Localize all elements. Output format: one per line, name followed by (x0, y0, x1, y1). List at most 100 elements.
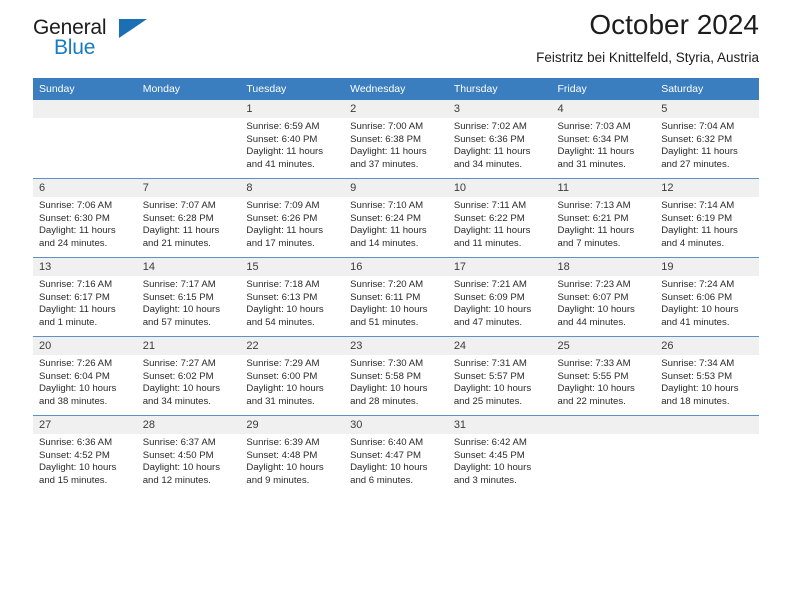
logo-text-blue: Blue (54, 36, 96, 59)
sunset-text: Sunset: 6:21 PM (557, 212, 629, 224)
sunrise-text: Sunrise: 7:16 AM (39, 279, 113, 290)
daylight-text-line2: and 4 minutes. (661, 237, 725, 249)
sunset-text: Sunset: 5:55 PM (557, 370, 629, 382)
calendar-day-cell[interactable]: 2 Sunrise: 7:00 AM Sunset: 6:38 PM Daylight… (344, 100, 448, 179)
calendar-day-cell[interactable]: 9 Sunrise: 7:10 AM Sunset: 6:24 PM Daylight… (344, 178, 448, 258)
calendar-day-cell[interactable]: 11 Sunrise: 7:13 AM Sunset: 6:21 PM Dayligh… (551, 178, 656, 258)
calendar-day-cell[interactable]: 24 Sunrise: 7:31 AM Sunset: 5:57 PM Dayligh… (447, 336, 552, 416)
day-details: Sunrise: 7:30 AM Sunset: 5:58 PM Daylight:… (344, 355, 448, 412)
sunrise-text: Sunrise: 7:07 AM (142, 200, 216, 211)
triangle-icon (119, 19, 147, 38)
daylight-text-line1: Daylight: 10 hours (142, 304, 221, 316)
calendar-day-cell[interactable]: 26 Sunrise: 7:34 AM Sunset: 5:53 PM Dayligh… (655, 336, 759, 416)
calendar-day-cell[interactable]: 23 Sunrise: 7:30 AM Sunset: 5:58 PM Dayligh… (344, 336, 448, 416)
daylight-text-line1: Daylight: 10 hours (557, 383, 635, 395)
calendar-day-cell[interactable]: 12 Sunrise: 7:14 AM Sunset: 6:19 PM Dayligh… (655, 178, 759, 258)
calendar-day-cell[interactable]: 6 Sunrise: 7:06 AM Sunset: 6:30 PM Daylight… (33, 178, 137, 258)
day-details: Sunrise: 7:02 AM Sunset: 6:36 PM Daylight:… (448, 118, 552, 175)
calendar-day-cell[interactable]: 18 Sunrise: 7:23 AM Sunset: 6:07 PM Dayligh… (551, 257, 656, 337)
sunset-text: Sunset: 5:58 PM (350, 370, 422, 382)
calendar-day-cell[interactable]: 21 Sunrise: 7:27 AM Sunset: 6:02 PM Dayligh… (136, 336, 241, 416)
daylight-text-line1: Daylight: 10 hours (557, 304, 635, 316)
daylight-text-line1: Daylight: 11 hours (661, 225, 738, 237)
calendar-day-cell[interactable]: 27 Sunrise: 6:36 AM Sunset: 4:52 PM Dayligh… (33, 415, 137, 494)
sunset-text: Sunset: 6:28 PM (142, 212, 214, 224)
calendar-day-cell[interactable]: 30 Sunrise: 6:40 AM Sunset: 4:47 PM Dayligh… (344, 415, 448, 494)
sunset-text: Sunset: 6:34 PM (557, 133, 629, 145)
daylight-text-line1: Daylight: 10 hours (453, 383, 532, 395)
weekday-header-tuesday: Tuesday (240, 78, 345, 100)
day-details: Sunrise: 6:36 AM Sunset: 4:52 PM Daylight:… (33, 434, 137, 491)
weekday-header-sunday: Sunday (33, 78, 137, 100)
calendar-day-cell[interactable]: 16 Sunrise: 7:20 AM Sunset: 6:11 PM Dayligh… (344, 257, 448, 337)
sunset-text: Sunset: 6:04 PM (39, 370, 110, 382)
daylight-text-line2: and 15 minutes. (39, 474, 108, 486)
sunset-text: Sunset: 4:52 PM (39, 449, 110, 461)
sunrise-text: Sunrise: 7:27 AM (142, 358, 216, 369)
calendar-day-cell[interactable]: 22 Sunrise: 7:29 AM Sunset: 6:00 PM Dayligh… (240, 336, 345, 416)
daylight-text-line1: Daylight: 10 hours (246, 304, 324, 316)
calendar-week-row: 6 Sunrise: 7:06 AM Sunset: 6:30 PM Daylight… (33, 178, 759, 258)
calendar-week-row: 20 Sunrise: 7:26 AM Sunset: 6:04 PM Dayligh… (33, 336, 759, 416)
daylight-text-line2: and 54 minutes. (246, 316, 315, 328)
sunrise-sunset-calendar: Sunday Monday Tuesday Wednesday Thursday… (33, 78, 759, 494)
sunrise-text: Sunrise: 7:03 AM (557, 121, 631, 132)
calendar-day-cell[interactable]: 14 Sunrise: 7:17 AM Sunset: 6:15 PM Dayligh… (136, 257, 241, 337)
sunrise-text: Sunrise: 7:13 AM (557, 200, 631, 211)
daylight-text-line1: Daylight: 10 hours (246, 462, 324, 474)
daylight-text-line1: Daylight: 11 hours (557, 146, 635, 158)
sunset-text: Sunset: 4:50 PM (142, 449, 214, 461)
daylight-text-line1: Daylight: 10 hours (350, 304, 428, 316)
day-number: 3 (447, 100, 552, 118)
day-number: 2 (344, 100, 448, 118)
day-details: Sunrise: 7:00 AM Sunset: 6:38 PM Daylight:… (344, 118, 448, 175)
sunset-text: Sunset: 6:06 PM (661, 291, 733, 303)
calendar-day-cell[interactable]: 1 Sunrise: 6:59 AM Sunset: 6:40 PM Daylight… (240, 100, 345, 179)
sunrise-text: Sunrise: 7:23 AM (557, 279, 631, 290)
sunset-text: Sunset: 6:40 PM (246, 133, 318, 145)
calendar-day-cell[interactable]: 28 Sunrise: 6:37 AM Sunset: 4:50 PM Dayligh… (136, 415, 241, 494)
day-details: Sunrise: 7:29 AM Sunset: 6:00 PM Daylight:… (240, 355, 344, 412)
day-details: Sunrise: 7:09 AM Sunset: 6:26 PM Daylight:… (240, 197, 344, 254)
day-number: 13 (33, 258, 137, 276)
sunset-text: Sunset: 4:45 PM (453, 449, 525, 461)
sunset-text: Sunset: 6:26 PM (246, 212, 318, 224)
daylight-text-line1: Daylight: 11 hours (246, 146, 324, 158)
calendar-day-cell[interactable]: 3 Sunrise: 7:02 AM Sunset: 6:36 PM Daylight… (447, 100, 552, 179)
calendar-cell-empty (551, 415, 656, 494)
sunset-text: Sunset: 6:22 PM (453, 212, 525, 224)
calendar-day-cell[interactable]: 20 Sunrise: 7:26 AM Sunset: 6:04 PM Dayligh… (33, 336, 137, 416)
calendar-day-cell[interactable]: 8 Sunrise: 7:09 AM Sunset: 6:26 PM Daylight… (240, 178, 345, 258)
day-details: Sunrise: 7:33 AM Sunset: 5:55 PM Daylight:… (552, 355, 656, 412)
calendar-day-cell[interactable]: 7 Sunrise: 7:07 AM Sunset: 6:28 PM Daylight… (136, 178, 241, 258)
calendar-day-cell[interactable]: 10 Sunrise: 7:11 AM Sunset: 6:22 PM Dayligh… (447, 178, 552, 258)
daylight-text-line2: and 37 minutes. (350, 158, 419, 170)
calendar-day-cell[interactable]: 19 Sunrise: 7:24 AM Sunset: 6:06 PM Dayligh… (655, 257, 759, 337)
calendar-day-cell[interactable]: 31 Sunrise: 6:42 AM Sunset: 4:45 PM Dayligh… (447, 415, 552, 494)
calendar-day-cell[interactable]: 29 Sunrise: 6:39 AM Sunset: 4:48 PM Dayligh… (240, 415, 345, 494)
sunrise-text: Sunrise: 7:31 AM (453, 358, 527, 369)
sunrise-text: Sunrise: 7:09 AM (246, 200, 320, 211)
calendar-day-cell[interactable]: 17 Sunrise: 7:21 AM Sunset: 6:09 PM Dayligh… (447, 257, 552, 337)
calendar-day-cell[interactable]: 4 Sunrise: 7:03 AM Sunset: 6:34 PM Daylight… (551, 100, 656, 179)
calendar-day-cell[interactable]: 15 Sunrise: 7:18 AM Sunset: 6:13 PM Dayligh… (240, 257, 345, 337)
calendar-day-cell[interactable]: 25 Sunrise: 7:33 AM Sunset: 5:55 PM Dayligh… (551, 336, 656, 416)
sunrise-text: Sunrise: 6:59 AM (246, 121, 320, 132)
daylight-text-line1: Daylight: 11 hours (350, 225, 427, 237)
weekday-header-thursday: Thursday (447, 78, 552, 100)
calendar-cell-empty (33, 100, 137, 179)
daylight-text-line2: and 31 minutes. (557, 158, 626, 170)
calendar-day-cell[interactable]: 13 Sunrise: 7:16 AM Sunset: 6:17 PM Dayligh… (33, 257, 137, 337)
generalblue-logo[interactable]: General Blue (33, 16, 163, 64)
calendar-day-cell[interactable]: 5 Sunrise: 7:04 AM Sunset: 6:32 PM Daylight… (655, 100, 759, 179)
daylight-text-line1: Daylight: 11 hours (557, 225, 635, 237)
day-number: 22 (240, 337, 345, 355)
day-number: 23 (344, 337, 448, 355)
day-details: Sunrise: 7:26 AM Sunset: 6:04 PM Daylight:… (33, 355, 137, 412)
day-number: 26 (655, 337, 759, 355)
day-number: 25 (551, 337, 656, 355)
daylight-text-line2: and 38 minutes. (39, 395, 108, 407)
day-number: 12 (655, 179, 759, 197)
daylight-text-line1: Daylight: 11 hours (350, 146, 427, 158)
daylight-text-line1: Daylight: 10 hours (39, 383, 117, 395)
